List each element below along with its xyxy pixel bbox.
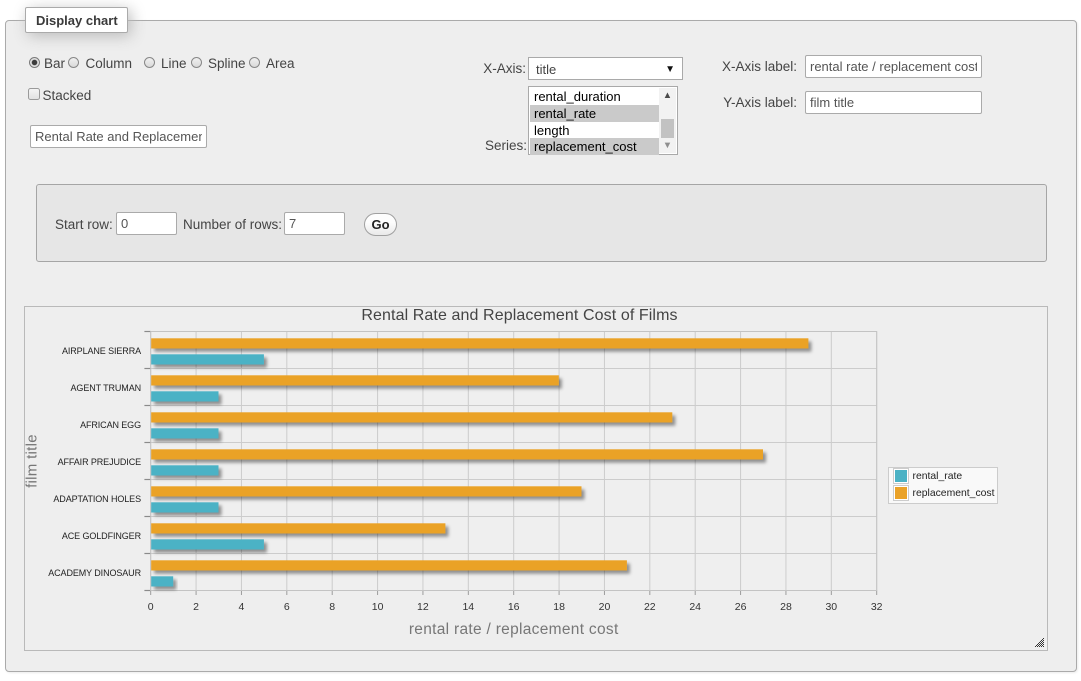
chart-type-label-line: Line <box>161 56 187 71</box>
y-axis-title: film title <box>23 434 40 488</box>
category-label: AGENT TRUMAN <box>25 383 141 393</box>
bar-replacement_cost <box>151 375 559 385</box>
scrollbar-up-arrow-icon[interactable]: ▲ <box>659 88 676 103</box>
category-label: AFRICAN EGG <box>25 420 141 430</box>
num-rows-input[interactable] <box>284 212 345 235</box>
x-axis-selected-value: title <box>536 62 556 77</box>
chart-type-radio-area[interactable] <box>249 57 260 68</box>
bar-replacement_cost <box>151 523 445 533</box>
x-tick-label: 26 <box>726 601 756 613</box>
x-axis-label-label: X-Axis label: <box>697 59 797 74</box>
go-button[interactable]: Go <box>364 213 397 236</box>
series-option-length[interactable]: length <box>530 122 659 139</box>
series-select-label: Series: <box>427 138 527 153</box>
bar-rental_rate <box>151 465 218 475</box>
bar-rental_rate <box>151 428 218 438</box>
scrollbar-down-arrow-icon[interactable]: ▼ <box>659 138 676 153</box>
x-tick-label: 4 <box>226 601 256 613</box>
page: Display chart Bar Column Line Spline Area St… <box>0 0 1081 681</box>
select-dropdown-arrow-icon: ▼ <box>665 64 675 75</box>
bar-rental_rate <box>151 502 218 512</box>
start-row-input[interactable] <box>116 212 177 235</box>
legend-swatch <box>893 485 909 501</box>
stacked-label: Stacked <box>43 88 92 103</box>
category-label: AIRPLANE SIERRA <box>25 346 141 356</box>
stacked-checkbox[interactable] <box>28 88 40 100</box>
x-tick-label: 16 <box>499 601 529 613</box>
bar-rental_rate <box>151 391 218 401</box>
bar-rental_rate <box>151 354 264 364</box>
x-axis-title: rental rate / replacement cost <box>364 621 664 639</box>
category-label: ACADEMY DINOSAUR <box>25 568 141 578</box>
chart-type-label-bar: Bar <box>44 56 65 71</box>
fieldset-legend: Display chart <box>25 7 128 33</box>
bar-replacement_cost <box>151 486 581 496</box>
bar-replacement_cost <box>151 560 627 570</box>
category-label: ADAPTATION HOLES <box>25 494 141 504</box>
x-tick-label: 10 <box>363 601 393 613</box>
category-label: ACE GOLDFINGER <box>25 531 141 541</box>
legend-row: replacement_cost <box>893 485 995 502</box>
x-tick-label: 18 <box>544 601 574 613</box>
x-tick-label: 6 <box>272 601 302 613</box>
x-axis-select-label: X-Axis: <box>426 61 526 76</box>
x-tick-label: 22 <box>635 601 665 613</box>
x-axis-select[interactable]: title ▼ <box>528 57 683 80</box>
chart-title-input[interactable] <box>30 125 207 148</box>
legend-label: rental_rate <box>913 471 963 482</box>
legend-label: replacement_cost <box>913 488 995 499</box>
bar-rental_rate <box>151 576 173 586</box>
chart-type-label-area: Area <box>266 56 295 71</box>
x-tick-label: 20 <box>590 601 620 613</box>
y-axis-label-input[interactable] <box>805 91 982 114</box>
series-option-replacement_cost[interactable]: replacement_cost <box>530 138 659 155</box>
category-label: AFFAIR PREJUDICE <box>25 457 141 467</box>
chart-type-radio-spline[interactable] <box>191 57 202 68</box>
series-multiselect[interactable]: rental_durationrental_ratelengthreplacem… <box>528 86 678 155</box>
x-tick-label: 32 <box>862 601 892 613</box>
x-tick-label: 14 <box>453 601 483 613</box>
series-option-rental_rate[interactable]: rental_rate <box>530 105 659 122</box>
series-scrollbar[interactable]: ▲ ▼ <box>659 88 676 153</box>
chart-container: Rental Rate and Replacement Cost of Film… <box>24 306 1048 651</box>
chart-legend: rental_rate replacement_cost <box>888 467 998 504</box>
chart-type-label-spline: Spline <box>208 56 246 71</box>
chart-type-label-column: Column <box>86 56 133 71</box>
series-options-list: rental_durationrental_ratelengthreplacem… <box>530 88 659 155</box>
chart-type-radio-bar[interactable] <box>29 57 40 68</box>
x-tick-label: 8 <box>317 601 347 613</box>
legend-swatch <box>893 468 909 484</box>
bar-replacement_cost <box>151 449 763 459</box>
x-tick-label: 12 <box>408 601 438 613</box>
bar-rental_rate <box>151 539 264 549</box>
x-tick-label: 30 <box>816 601 846 613</box>
legend-row: rental_rate <box>893 468 995 485</box>
chart-type-radio-line[interactable] <box>144 57 155 68</box>
x-tick-label: 2 <box>181 601 211 613</box>
x-axis-label-input[interactable] <box>805 55 982 78</box>
start-row-label: Start row: <box>55 217 113 232</box>
bar-replacement_cost <box>151 338 808 348</box>
chart-title: Rental Rate and Replacement Cost of Film… <box>25 307 1014 325</box>
bar-replacement_cost <box>151 412 672 422</box>
x-tick-label: 24 <box>680 601 710 613</box>
series-option-rental_duration[interactable]: rental_duration <box>530 88 659 105</box>
y-axis-label-label: Y-Axis label: <box>697 95 797 110</box>
x-tick-label: 28 <box>771 601 801 613</box>
scrollbar-thumb[interactable] <box>661 119 674 140</box>
x-tick-label: 0 <box>136 601 166 613</box>
resize-handle-icon[interactable] <box>1035 638 1044 647</box>
num-rows-label: Number of rows: <box>183 217 282 232</box>
